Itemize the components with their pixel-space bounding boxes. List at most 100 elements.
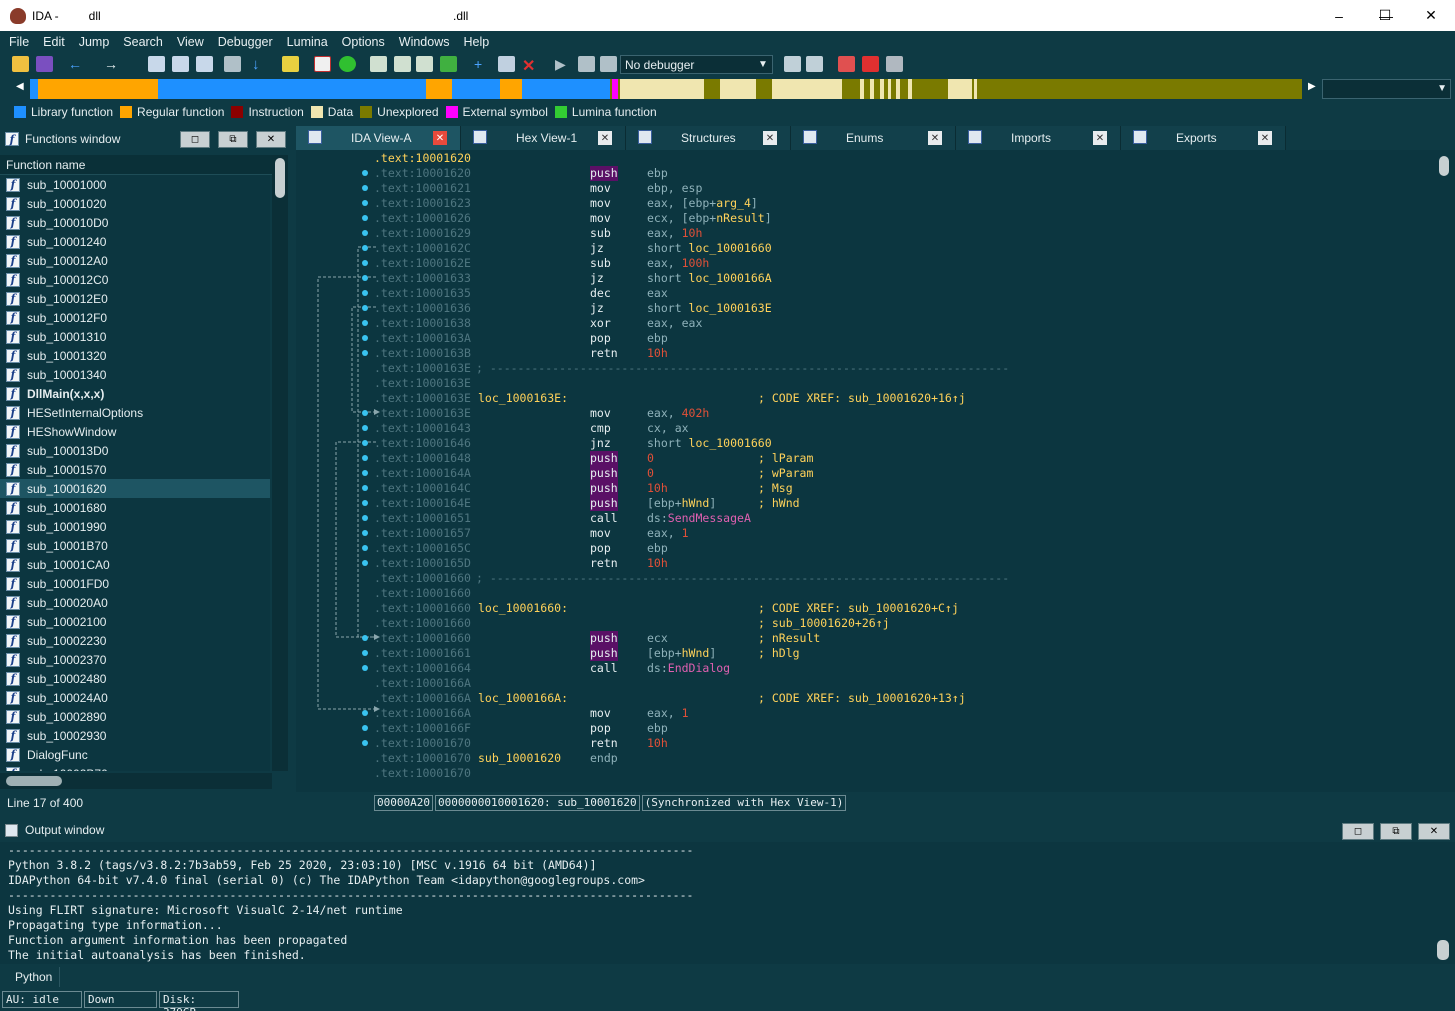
function-list-item[interactable]: f HEShowWindow (0, 422, 270, 441)
breakpoint-dot-icon[interactable] (362, 185, 368, 191)
disassembly-view[interactable]: .text:10001620 .text:10001620 push ebp .text… (296, 150, 1455, 792)
operand-part[interactable]: 10h (647, 736, 668, 750)
menu-file[interactable]: File (2, 35, 36, 49)
menu-edit[interactable]: Edit (36, 35, 72, 49)
tab-ida-view-a[interactable]: IDA View-A ✕ (296, 126, 461, 150)
tab-enums[interactable]: Enums ✕ (791, 126, 956, 150)
operand-part[interactable]: 10h (647, 346, 668, 360)
function-list-item[interactable]: f sub_100012E0 (0, 289, 270, 308)
window-maximize-button[interactable]: ☐ (1362, 0, 1408, 31)
breakpoint-dot-icon[interactable] (362, 740, 368, 746)
jump-down-icon[interactable]: ↓ (252, 56, 269, 73)
function-list-item[interactable]: f sub_10001990 (0, 517, 270, 536)
disasm-line[interactable]: .text:1000164A push 0 ; wParam (362, 466, 1374, 481)
disasm-line[interactable]: .text:10001670 (374, 766, 1374, 781)
function-list-item[interactable]: f sub_10002B70 (0, 764, 270, 771)
disasm-line[interactable]: .text:10001626 mov ecx, [ebp+nResult] (362, 211, 1374, 226)
undefine-icon[interactable]: ✕ (522, 56, 539, 75)
data-icon[interactable] (394, 56, 411, 72)
navigation-band[interactable] (30, 79, 1302, 99)
function-list-item[interactable]: f sub_10001340 (0, 365, 270, 384)
debugger-select[interactable]: No debugger ▼ (620, 55, 773, 74)
breakpoint-dot-icon[interactable] (362, 245, 368, 251)
functions-window-restore-button[interactable]: ◻ (180, 131, 210, 148)
cli-python-button[interactable]: Python (5, 967, 60, 987)
breakpoint-dot-icon[interactable] (362, 320, 368, 326)
breakpoint-dot-icon[interactable] (362, 260, 368, 266)
function-list-item[interactable]: f sub_10001680 (0, 498, 270, 517)
disasm-line[interactable]: .text:10001660 push ecx ; nResult (362, 631, 1374, 646)
disasm-line[interactable]: .text:10001664 call ds:EndDialog (362, 661, 1374, 676)
breakpoint-icon[interactable] (862, 56, 879, 72)
menu-options[interactable]: Options (335, 35, 392, 49)
function-list-item[interactable]: f sub_10002890 (0, 707, 270, 726)
disasm-line[interactable]: .text:10001646 jnz short loc_10001660 (362, 436, 1374, 451)
functions-horizontal-scrollbar[interactable] (0, 773, 272, 789)
function-list-item[interactable]: f sub_10002480 (0, 669, 270, 688)
output-close-button[interactable]: ✕ (1418, 823, 1450, 840)
breakpoint-dot-icon[interactable] (362, 560, 368, 566)
operand-part[interactable]: 10h (682, 226, 703, 240)
close-icon[interactable]: ✕ (433, 131, 447, 145)
code-label[interactable]: loc_1000166A: (478, 691, 568, 706)
operand-part[interactable]: 0 (647, 451, 654, 465)
disasm-line[interactable]: .text:10001643 cmp cx, ax (362, 421, 1374, 436)
tools-icon[interactable] (886, 56, 903, 72)
function-list-item[interactable]: f HESetInternalOptions (0, 403, 270, 422)
xref-comment[interactable]: ; CODE XREF: sub_10001620+13↑j (758, 691, 966, 706)
operand-part[interactable]: loc_10001660 (689, 436, 772, 450)
breakpoint-dot-icon[interactable] (362, 530, 368, 536)
run-green-icon[interactable] (339, 56, 356, 72)
operand-part[interactable]: 10h (647, 481, 668, 495)
menu-jump[interactable]: Jump (72, 35, 117, 49)
nav-left-icon[interactable]: ◀ (16, 81, 24, 92)
function-list-item[interactable]: f sub_10001310 (0, 327, 270, 346)
breakpoint-dot-icon[interactable] (362, 500, 368, 506)
functions-vertical-scrollbar[interactable] (272, 155, 288, 771)
nav-right-icon[interactable]: ▶ (1308, 81, 1316, 92)
navigate-icon[interactable] (224, 56, 241, 72)
disasm-line[interactable]: .text:10001660 loc_10001660: ; CODE XREF: … (374, 601, 1374, 616)
stop-icon[interactable] (600, 56, 617, 72)
close-icon[interactable]: ✕ (763, 131, 777, 145)
back-arrow-icon[interactable]: ← (68, 56, 85, 72)
function-list-item[interactable]: f sub_10001240 (0, 232, 270, 251)
function-list-item[interactable]: f sub_10001CA0 (0, 555, 270, 574)
breakpoint-dot-icon[interactable] (362, 215, 368, 221)
play-icon[interactable]: ▶ (555, 56, 572, 72)
disasm-line[interactable]: .text:1000162C jz short loc_10001660 (362, 241, 1374, 256)
breakpoint-dot-icon[interactable] (362, 290, 368, 296)
operand-part[interactable]: 0 (647, 466, 654, 480)
function-name-column-header[interactable]: Function name (0, 155, 272, 175)
operand-part[interactable]: loc_1000166A (689, 271, 772, 285)
function-list-item[interactable]: f sub_10001000 (0, 175, 270, 194)
function-list-item[interactable]: f sub_100012F0 (0, 308, 270, 327)
function-list-item[interactable]: f sub_10002370 (0, 650, 270, 669)
disasm-line[interactable]: .text:1000163E ; ------------------------… (374, 361, 1374, 376)
breakpoint-dot-icon[interactable] (362, 470, 368, 476)
breakpoint-dot-icon[interactable] (362, 200, 368, 206)
forward-arrow-icon[interactable]: → (104, 56, 121, 72)
disasm-line[interactable]: .text:1000166A (374, 676, 1374, 691)
save-icon[interactable] (36, 56, 53, 72)
disasm-line[interactable]: .text:1000166A mov eax, 1 (362, 706, 1374, 721)
functions-window-float-button[interactable]: ⧉ (218, 131, 248, 148)
attach-icon[interactable] (784, 56, 801, 72)
breakpoint-list-icon[interactable] (838, 56, 855, 72)
tab-imports[interactable]: Imports ✕ (956, 126, 1121, 150)
xref-comment[interactable]: ; CODE XREF: sub_10001620+16↑j (758, 391, 966, 406)
code-label[interactable]: sub_10001620 (478, 751, 561, 766)
breakpoint-dot-icon[interactable] (362, 230, 368, 236)
function-list-item[interactable]: f sub_10001B70 (0, 536, 270, 555)
disasm-line[interactable]: .text:1000165D retn 10h (362, 556, 1374, 571)
operand-part[interactable]: 1 (682, 706, 689, 720)
breakpoint-dot-icon[interactable] (362, 275, 368, 281)
disasm-line[interactable]: .text:10001648 push 0 ; lParam (362, 451, 1374, 466)
operand-part[interactable]: loc_10001660 (689, 241, 772, 255)
tab-exports[interactable]: Exports ✕ (1121, 126, 1286, 150)
add-xref-icon[interactable]: + (474, 56, 491, 72)
output-text[interactable]: ----------------------------------------… (0, 842, 1455, 964)
functions-window-close-button[interactable]: ✕ (256, 131, 286, 148)
function-list-item[interactable]: f sub_100012A0 (0, 251, 270, 270)
breakpoint-dot-icon[interactable] (362, 485, 368, 491)
